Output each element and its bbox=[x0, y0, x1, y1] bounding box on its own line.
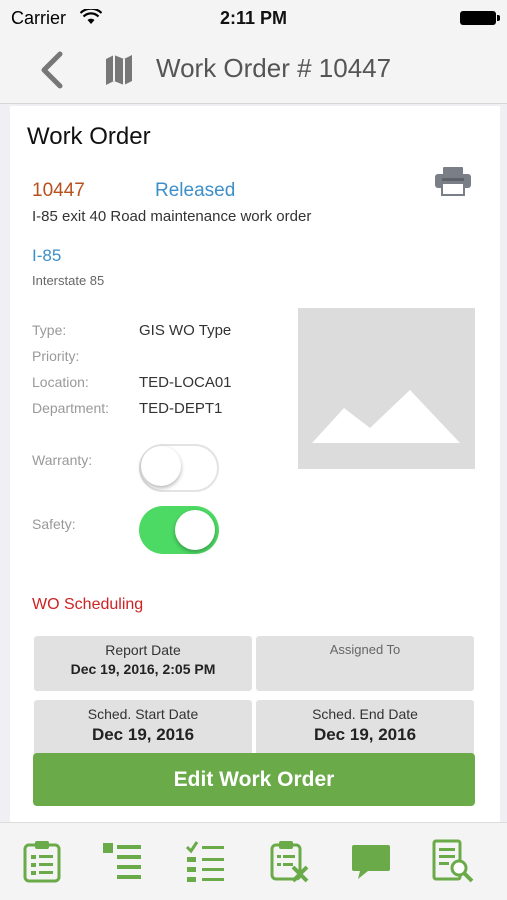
location-label: Location: bbox=[32, 374, 89, 390]
work-order-number: 10447 bbox=[32, 180, 85, 201]
status-badge: Released bbox=[155, 180, 236, 201]
asset-link[interactable]: I-85 bbox=[32, 246, 61, 266]
toggle-knob bbox=[141, 446, 181, 486]
report-date-tile: Report Date Dec 19, 2016, 2:05 PM bbox=[34, 636, 252, 691]
toggle-knob bbox=[175, 510, 215, 550]
page-title: Work Order # 10447 bbox=[156, 53, 392, 83]
printer-icon[interactable] bbox=[434, 166, 472, 196]
checklist-icon[interactable] bbox=[184, 839, 226, 883]
work-order-card: Work Order 10447 Released I-85 exit 40 R… bbox=[10, 106, 500, 822]
report-date-label: Report Date bbox=[105, 642, 181, 658]
document-search-icon[interactable] bbox=[432, 839, 474, 883]
asset-description: Interstate 85 bbox=[32, 273, 105, 288]
report-date-value: Dec 19, 2016, 2:05 PM bbox=[70, 661, 216, 677]
status-bar: Carrier 2:11 PM bbox=[0, 0, 507, 36]
clipboard-cancel-icon[interactable] bbox=[268, 839, 310, 883]
chat-icon[interactable] bbox=[350, 839, 392, 883]
sched-end-label: Sched. End Date bbox=[312, 706, 418, 722]
safety-toggle[interactable] bbox=[139, 506, 219, 554]
edit-work-order-button[interactable]: Edit Work Order bbox=[33, 753, 475, 806]
assigned-to-label: Assigned To bbox=[329, 642, 401, 657]
type-label: Type: bbox=[32, 322, 67, 338]
map-icon[interactable] bbox=[104, 54, 134, 86]
image-placeholder[interactable] bbox=[298, 308, 475, 469]
department-value: TED-DEPT1 bbox=[139, 400, 223, 417]
navigation-bar: Work Order # 10447 bbox=[0, 36, 507, 104]
card-title: Work Order bbox=[27, 123, 151, 150]
battery-icon bbox=[460, 11, 500, 25]
work-order-description: I-85 exit 40 Road maintenance work order bbox=[32, 208, 312, 225]
warranty-toggle[interactable] bbox=[139, 444, 219, 492]
clock-time: 2:11 PM bbox=[219, 8, 288, 28]
warranty-label: Warranty: bbox=[32, 452, 93, 468]
sched-end-value: Dec 19, 2016 bbox=[313, 725, 417, 744]
department-label: Department: bbox=[32, 400, 110, 416]
priority-label: Priority: bbox=[32, 348, 80, 364]
tab-bar bbox=[0, 822, 507, 900]
safety-label: Safety: bbox=[32, 516, 76, 532]
sched-end-tile: Sched. End Date Dec 19, 2016 bbox=[256, 700, 474, 760]
location-value: TED-LOCA01 bbox=[139, 374, 232, 391]
sched-start-value: Dec 19, 2016 bbox=[91, 725, 195, 744]
clipboard-icon[interactable] bbox=[21, 839, 63, 883]
chevron-left-icon[interactable] bbox=[36, 50, 68, 90]
scheduling-section-title: WO Scheduling bbox=[32, 596, 144, 613]
sched-start-tile: Sched. Start Date Dec 19, 2016 bbox=[34, 700, 252, 760]
image-placeholder-icon bbox=[312, 390, 460, 443]
assigned-to-tile[interactable]: Assigned To bbox=[256, 636, 474, 691]
sched-start-label: Sched. Start Date bbox=[87, 706, 199, 722]
list-icon[interactable] bbox=[101, 839, 143, 883]
type-value: GIS WO Type bbox=[139, 322, 232, 339]
